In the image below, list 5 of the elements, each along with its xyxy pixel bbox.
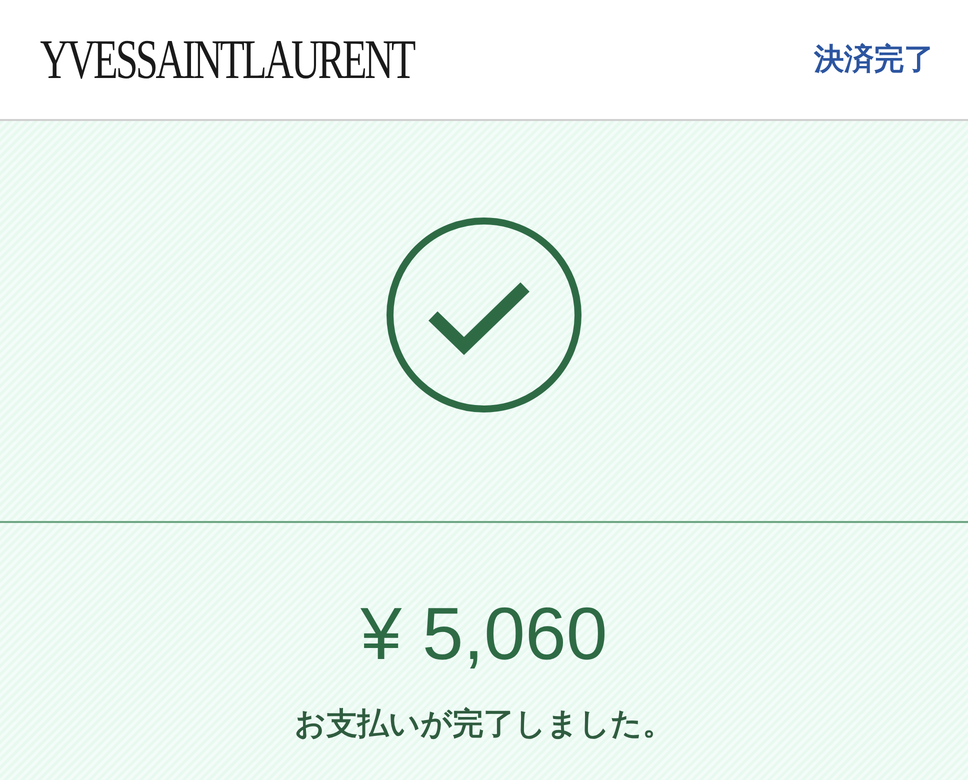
check-circle-icon <box>385 216 583 414</box>
page-title: 決済完了 <box>814 42 934 78</box>
brand-logo: YVESSAINTLAURENT <box>40 32 414 88</box>
completion-message: お支払いが完了しました。 <box>294 705 674 743</box>
payment-amount: ¥ 5,060 <box>360 597 608 671</box>
